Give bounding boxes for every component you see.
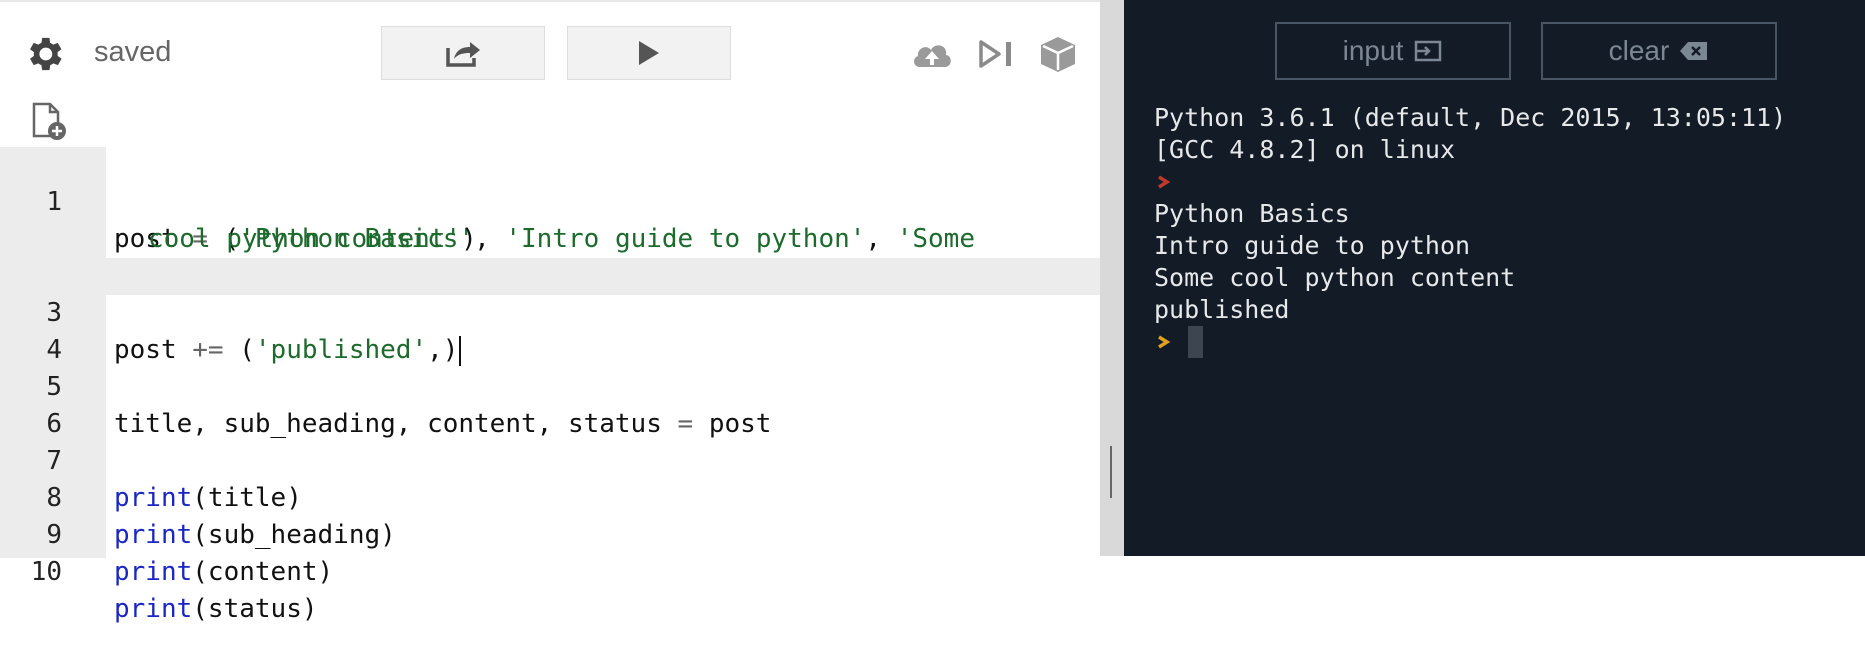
code-line-7[interactable]: 7 print(title)	[0, 406, 1100, 513]
code-line-3-active[interactable]: 3 post += ('published',)	[0, 258, 1100, 366]
prompt-marker-icon	[1158, 335, 1171, 349]
code-line-4[interactable]: 4	[0, 295, 1100, 365]
save-status: saved	[94, 36, 172, 68]
code-token: (content)	[192, 557, 334, 587]
clear-button[interactable]: clear	[1541, 22, 1777, 80]
code-line-10[interactable]: 10 print(status)	[0, 517, 1100, 624]
console-output-line: Intro guide to python	[1154, 231, 1471, 260]
clear-button-label: clear	[1608, 35, 1670, 66]
cloud-upload-icon[interactable]	[910, 34, 954, 74]
share-icon	[446, 42, 480, 67]
line-number: 10	[30, 557, 62, 587]
code-line-9[interactable]: 9 print(content)	[0, 480, 1100, 587]
editor-pane: saved 1 post = ('Python Basics', 'Intro …	[0, 0, 1100, 624]
code-line-5[interactable]: 5 title, sub_heading, content, status = …	[0, 332, 1100, 439]
console-output-line: Python Basics	[1154, 199, 1350, 228]
input-icon	[1415, 40, 1442, 62]
code-line-6[interactable]: 6	[0, 369, 1100, 439]
cube-icon[interactable]	[1036, 34, 1080, 74]
console-pane: input clear Python 3.6.1 (default, Dec 2…	[1124, 0, 1865, 556]
prompt-marker-icon	[1158, 175, 1171, 189]
backspace-icon	[1680, 42, 1708, 60]
input-button[interactable]: input	[1275, 22, 1511, 80]
share-button[interactable]	[381, 26, 545, 80]
keyword-token: print	[114, 594, 193, 624]
play-icon	[639, 41, 659, 65]
new-file-icon[interactable]	[28, 102, 68, 142]
code-line-2[interactable]: 2	[0, 221, 1100, 291]
console-output-line: Python 3.6.1 (default, Dec 2015, 13:05:1…	[1154, 103, 1787, 132]
code-token: (status)	[192, 594, 318, 624]
splitter-grip[interactable]	[1110, 446, 1112, 498]
code-editor[interactable]: 1 post = ('Python Basics', 'Intro guide …	[0, 147, 1100, 624]
pane-splitter[interactable]	[1100, 0, 1124, 556]
code-line-1-wrap[interactable]: cool python content')	[0, 184, 1100, 254]
step-forward-icon[interactable]	[977, 34, 1021, 74]
code-line-8[interactable]: 8 print(sub_heading)	[0, 443, 1100, 550]
keyword-token: print	[114, 557, 193, 587]
editor-toolbar: saved	[0, 2, 1100, 102]
console-output-line: [GCC 4.8.2] on linux	[1154, 135, 1456, 164]
gear-icon[interactable]	[22, 32, 66, 76]
input-button-label: input	[1342, 35, 1404, 66]
console-output-line: Some cool python content	[1154, 263, 1516, 292]
run-button[interactable]	[567, 26, 731, 80]
code-line-1[interactable]: 1 post = ('Python Basics', 'Intro guide …	[0, 147, 1100, 254]
terminal-cursor[interactable]	[1188, 326, 1203, 358]
console-output-line: published	[1154, 295, 1290, 324]
